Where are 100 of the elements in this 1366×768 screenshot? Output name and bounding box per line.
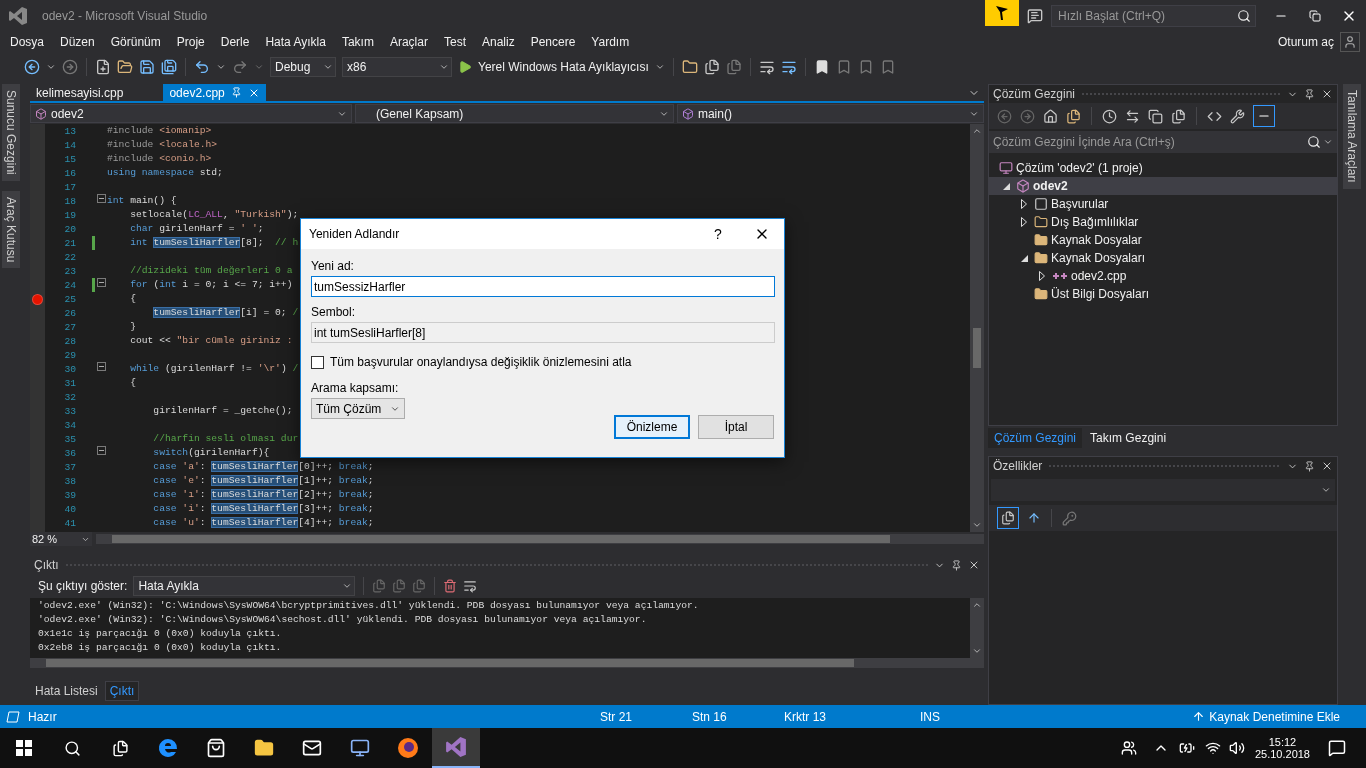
menu-item[interactable]: Proje bbox=[168, 35, 213, 49]
scroll-thumb[interactable] bbox=[973, 328, 981, 368]
search-icon[interactable] bbox=[1307, 135, 1321, 149]
quick-launch-field[interactable]: Hızlı Başlat (Ctrl+Q) bbox=[1051, 5, 1256, 27]
tree-item[interactable]: Başvurular bbox=[989, 195, 1337, 213]
menu-item[interactable]: Yardım bbox=[583, 35, 638, 49]
notifications-icon[interactable] bbox=[1328, 739, 1346, 757]
tree-item[interactable]: Dış Bağımlılıklar bbox=[989, 213, 1337, 231]
show-all-files-icon[interactable] bbox=[1171, 108, 1186, 124]
fold-toggle[interactable] bbox=[97, 446, 106, 455]
wifi-icon[interactable] bbox=[1204, 740, 1221, 756]
scroll-thumb[interactable] bbox=[46, 659, 854, 667]
menu-item[interactable]: Takım bbox=[333, 35, 382, 49]
sort-icon[interactable] bbox=[1027, 511, 1041, 526]
restore-icon[interactable] bbox=[1309, 10, 1321, 22]
horizontal-scrollbar[interactable] bbox=[96, 534, 984, 544]
vertical-scrollbar[interactable] bbox=[970, 124, 984, 532]
search-icon[interactable] bbox=[1237, 9, 1251, 23]
menu-item[interactable]: Derle bbox=[212, 35, 258, 49]
undo-icon[interactable] bbox=[194, 59, 210, 75]
pending-changes-icon[interactable] bbox=[1102, 108, 1117, 124]
dropdown-icon[interactable] bbox=[46, 62, 56, 72]
forward-icon[interactable] bbox=[1020, 108, 1035, 124]
new-name-field[interactable]: tumSessizHarfler bbox=[311, 276, 775, 297]
home-icon[interactable] bbox=[1043, 108, 1058, 124]
configuration-dropdown[interactable]: Debug bbox=[270, 57, 336, 77]
pin-icon[interactable] bbox=[1304, 460, 1315, 472]
source-control-link[interactable]: Kaynak Denetimine Ekle bbox=[1209, 709, 1340, 724]
menu-item[interactable]: Görünüm bbox=[102, 35, 169, 49]
dropdown-icon[interactable] bbox=[654, 62, 665, 72]
breakpoint-icon[interactable] bbox=[32, 293, 43, 305]
sync-icon[interactable] bbox=[1125, 108, 1140, 124]
menu-item[interactable]: Analiz bbox=[473, 35, 523, 49]
side-tab[interactable]: Tanılama Araçları bbox=[1343, 84, 1361, 189]
member-dropdown[interactable]: main() bbox=[676, 104, 984, 123]
volume-icon[interactable] bbox=[1228, 740, 1245, 756]
zoom-dropdown[interactable]: 82 % bbox=[30, 532, 92, 546]
output-source-dropdown[interactable]: Hata Ayıkla bbox=[133, 576, 356, 596]
scope-dropdown[interactable]: (Genel Kapsam) bbox=[354, 104, 674, 123]
fold-toggle[interactable] bbox=[97, 362, 106, 371]
side-tab[interactable]: Sunucu Gezgini bbox=[2, 84, 20, 181]
folder-icon[interactable] bbox=[681, 59, 698, 75]
dialog-button[interactable]: Önizleme bbox=[614, 415, 690, 439]
preview-toggle[interactable] bbox=[1253, 105, 1275, 127]
menu-item[interactable]: Dosya bbox=[2, 35, 52, 49]
expanded-arrow-icon[interactable] bbox=[1020, 254, 1028, 262]
scope-dropdown[interactable]: Tüm Çözüm bbox=[311, 398, 405, 419]
redo-icon[interactable] bbox=[232, 59, 248, 75]
sign-in-link[interactable]: Oturum aç bbox=[1278, 35, 1334, 49]
horizontal-scrollbar[interactable] bbox=[30, 658, 984, 668]
open-folder-icon[interactable] bbox=[117, 59, 133, 75]
document-tab[interactable]: odev2.cpp bbox=[163, 84, 266, 101]
dialog-button[interactable]: İptal bbox=[698, 415, 774, 439]
new-file-icon[interactable] bbox=[95, 59, 111, 75]
scroll-thumb[interactable] bbox=[112, 535, 890, 543]
save-icon[interactable] bbox=[139, 59, 155, 75]
account-button[interactable] bbox=[1340, 32, 1360, 52]
panel-tab[interactable]: Çıktı bbox=[104, 681, 140, 701]
tree-item[interactable]: Kaynak Dosyalar bbox=[989, 231, 1337, 249]
help-button[interactable]: ? bbox=[696, 219, 740, 249]
collapse-all-icon[interactable] bbox=[1148, 108, 1163, 124]
menu-item[interactable]: Hata Ayıkla bbox=[257, 35, 334, 49]
back-icon[interactable] bbox=[24, 59, 40, 75]
categorized-toggle[interactable] bbox=[997, 507, 1019, 530]
side-tab[interactable]: Araç Kutusu bbox=[2, 190, 20, 269]
scroll-up-icon[interactable] bbox=[972, 126, 982, 136]
tree-item[interactable]: Üst Bilgi Dosyaları bbox=[989, 285, 1337, 303]
feedback-button[interactable] bbox=[985, 0, 1019, 26]
collapsed-arrow-icon[interactable] bbox=[1039, 271, 1045, 281]
save-all-icon[interactable] bbox=[161, 59, 177, 75]
platform-dropdown[interactable]: x86 bbox=[342, 57, 452, 77]
play-icon[interactable] bbox=[458, 60, 472, 74]
properties-icon[interactable] bbox=[1230, 108, 1245, 124]
menu-item[interactable]: Pencere bbox=[522, 35, 584, 49]
scroll-down-icon[interactable] bbox=[972, 646, 982, 656]
tree-item[interactable]: odev2 bbox=[989, 177, 1337, 195]
document-tab[interactable]: kelimesayisi.cpp bbox=[30, 84, 130, 101]
word-wrap-icon[interactable] bbox=[463, 579, 478, 593]
clock-time[interactable]: 15:12 bbox=[1268, 736, 1297, 748]
fold-toggle[interactable] bbox=[97, 278, 106, 287]
pin-icon[interactable] bbox=[1304, 88, 1315, 100]
battery-icon[interactable] bbox=[1178, 740, 1195, 756]
search-field[interactable]: Çözüm Gezgini İçinde Ara (Ctrl+ş) bbox=[989, 131, 1337, 153]
expanded-arrow-icon[interactable] bbox=[1002, 182, 1010, 190]
collapsed-arrow-icon[interactable] bbox=[1021, 217, 1027, 227]
project-dropdown[interactable]: odev2 bbox=[30, 104, 352, 123]
vertical-scrollbar[interactable] bbox=[970, 598, 984, 658]
pin-icon[interactable] bbox=[230, 87, 242, 98]
close-icon[interactable] bbox=[968, 559, 980, 571]
dropdown-icon[interactable] bbox=[1323, 137, 1333, 147]
start-debugging-button[interactable]: Yerel Windows Hata Ayıklayıcısı bbox=[478, 60, 649, 74]
people-icon[interactable] bbox=[1120, 740, 1137, 756]
clear-all-icon[interactable] bbox=[443, 579, 458, 593]
scroll-down-icon[interactable] bbox=[972, 520, 982, 530]
tree-item[interactable]: odev2.cpp bbox=[989, 267, 1337, 285]
pin-icon[interactable] bbox=[951, 559, 962, 571]
checkbox[interactable] bbox=[311, 355, 324, 369]
panel-tab[interactable]: Çözüm Gezgini bbox=[988, 428, 1083, 449]
tree-item[interactable]: Çözüm 'odev2' (1 proje) bbox=[989, 159, 1337, 177]
tree-item[interactable]: Kaynak Dosyaları bbox=[989, 249, 1337, 267]
